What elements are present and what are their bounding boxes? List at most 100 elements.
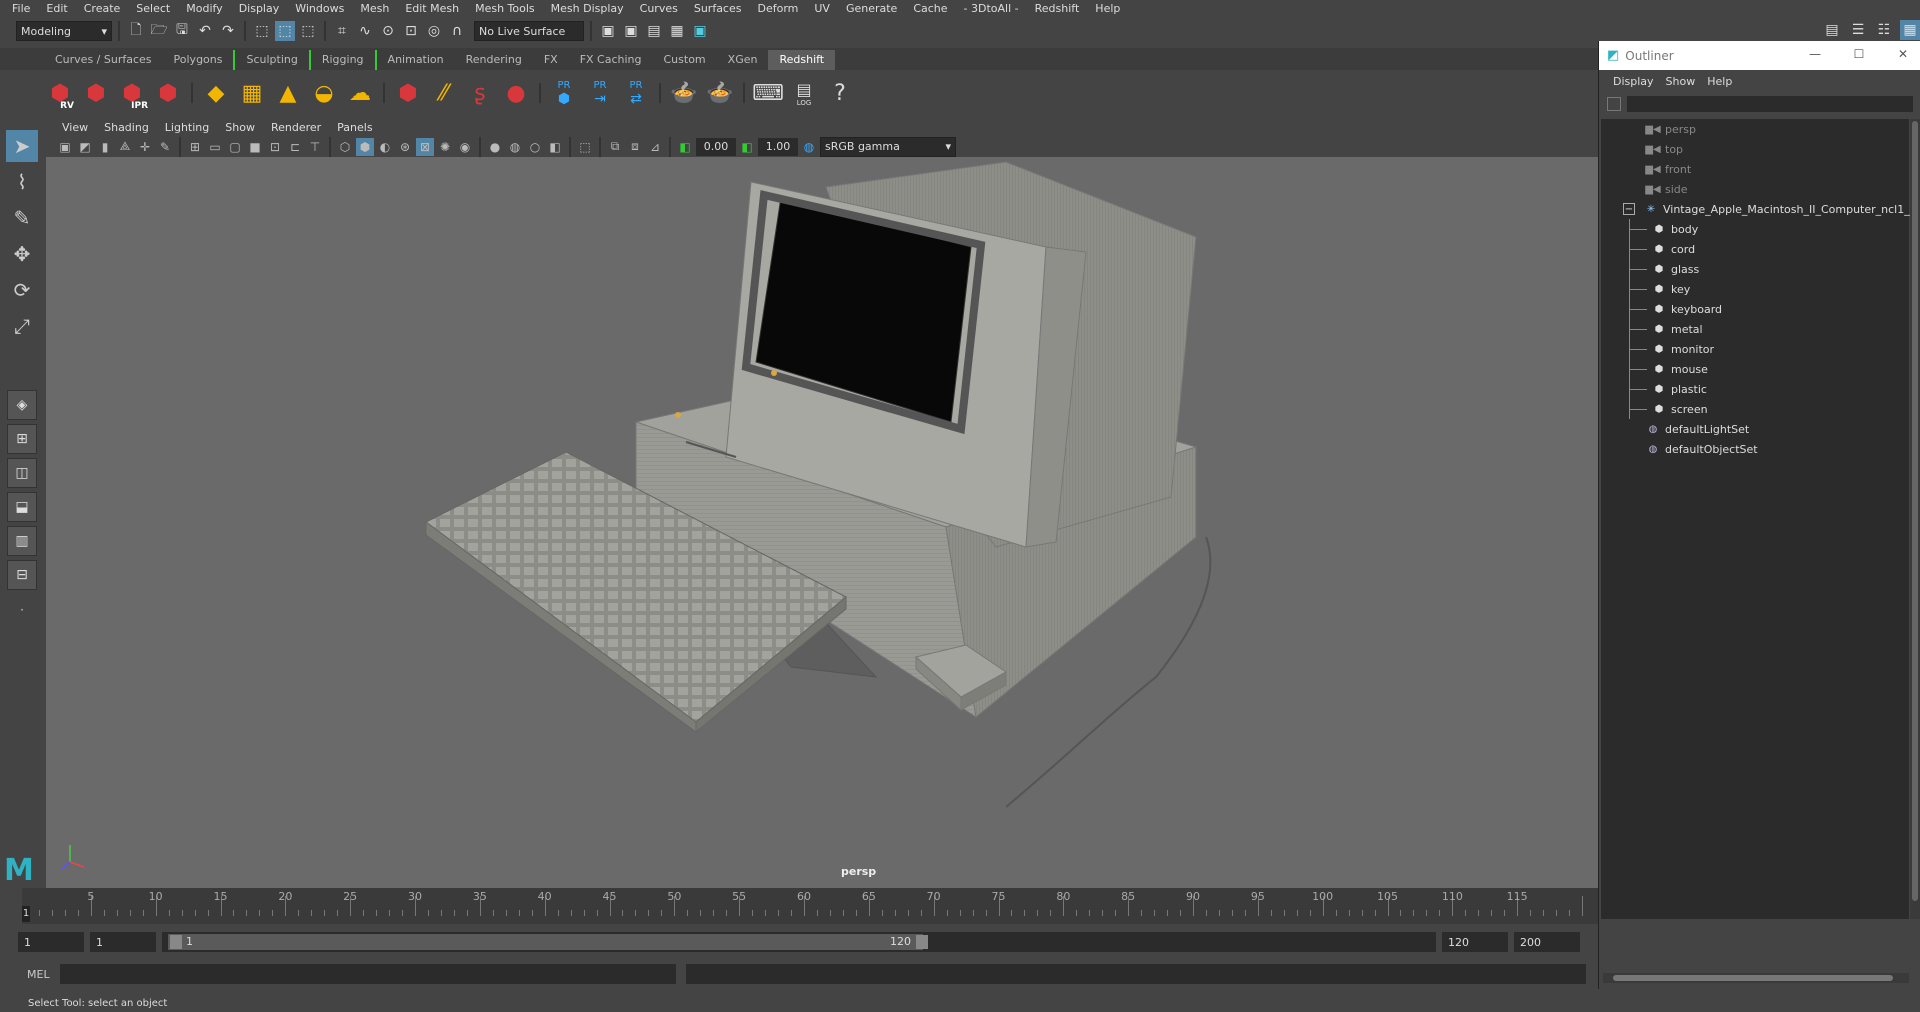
panel-menu-show[interactable]: Show <box>217 121 263 134</box>
range-end-handle[interactable] <box>916 935 928 949</box>
volume-icon[interactable]: ʂ <box>464 75 496 111</box>
menu-deform[interactable]: Deform <box>749 0 806 17</box>
render-view-icon[interactable]: ▣ <box>690 21 710 41</box>
persp-outliner-layout-icon[interactable]: ⊟ <box>7 560 37 590</box>
film-gate-icon[interactable]: ▭ <box>206 138 224 156</box>
tool-settings-icon[interactable]: ☷ <box>1874 20 1894 40</box>
scrollbar-thumb[interactable] <box>1912 121 1918 901</box>
xray-joints-icon[interactable]: ⧉ <box>606 138 624 156</box>
script-editor-icon[interactable]: ⌨ <box>752 75 784 111</box>
area-light-icon[interactable]: ◆ <box>200 75 232 111</box>
select-hierarchy-icon[interactable]: ⬚ <box>252 21 272 41</box>
live-surface-field[interactable]: No Live Surface <box>474 21 584 41</box>
tab-fx[interactable]: FX <box>533 50 569 70</box>
menu-edit-mesh[interactable]: Edit Mesh <box>397 0 467 17</box>
undo-icon[interactable]: ↶ <box>195 21 215 41</box>
outliner-search-input[interactable] <box>1627 96 1913 112</box>
list-item[interactable]: ⬢ screen <box>1629 399 1708 419</box>
panel-menu-panels[interactable]: Panels <box>329 121 380 134</box>
sun-sky-icon[interactable]: ☁ <box>344 75 376 111</box>
render-settings-icon[interactable]: ▤ <box>644 21 664 41</box>
outliner-vertical-scrollbar[interactable] <box>1910 119 1920 919</box>
tab-polygons[interactable]: Polygons <box>163 50 234 70</box>
menu-uv[interactable]: UV <box>806 0 838 17</box>
wireframe-icon[interactable]: ⬡ <box>336 138 354 156</box>
menu-windows[interactable]: Windows <box>287 0 352 17</box>
view-transform-dropdown[interactable]: sRGB gamma ▾ <box>820 136 956 157</box>
panel-menu-shading[interactable]: Shading <box>96 121 157 134</box>
list-item[interactable]: ▆◀ front <box>1645 159 1691 179</box>
list-item[interactable]: ⬢ cord <box>1629 239 1695 259</box>
menu-select[interactable]: Select <box>128 0 178 17</box>
menu-cache[interactable]: Cache <box>905 0 955 17</box>
list-item[interactable]: ⬢ keyboard <box>1629 299 1722 319</box>
maximize-icon[interactable]: ☐ <box>1849 47 1869 63</box>
list-item[interactable]: ⬢ mouse <box>1629 359 1708 379</box>
tab-custom[interactable]: Custom <box>653 50 717 70</box>
playback-start-field[interactable]: 1 <box>90 932 156 952</box>
redo-icon[interactable]: ↷ <box>218 21 238 41</box>
range-slider-fill[interactable] <box>168 934 923 950</box>
move-tool-icon[interactable]: ✥ <box>6 238 38 270</box>
playback-end-field[interactable]: 120 <box>1442 932 1508 952</box>
isolate-select-icon[interactable]: ◧ <box>546 138 564 156</box>
minimize-icon[interactable]: — <box>1805 47 1825 63</box>
list-item[interactable]: ⬢ body <box>1629 219 1698 239</box>
menu-create[interactable]: Create <box>76 0 129 17</box>
xray-active-icon[interactable]: ⧈ <box>626 138 644 156</box>
menu-surfaces[interactable]: Surfaces <box>686 0 750 17</box>
tab-animation[interactable]: Animation <box>377 50 455 70</box>
time-ruler[interactable]: 5 10 15 20 25 30 35 40 45 50 55 60 65 70 75 80 85 90 95 100… <box>22 888 1598 924</box>
grid-icon[interactable]: ⊞ <box>186 138 204 156</box>
select-tool-icon[interactable]: ➤ <box>6 130 38 162</box>
bookmark-icon[interactable]: ▮ <box>96 138 114 156</box>
shadows-icon[interactable]: ✺ <box>436 138 454 156</box>
resolution-gate-icon[interactable]: ▢ <box>226 138 244 156</box>
menu-set-dropdown[interactable]: Modeling ▾ <box>16 21 112 41</box>
log-icon[interactable]: ▤ LOG <box>788 75 820 111</box>
safe-action-icon[interactable]: ⊏ <box>286 138 304 156</box>
use-all-lights-icon[interactable]: ⊠ <box>416 137 434 156</box>
sphere-material-icon[interactable]: ● <box>500 75 532 111</box>
tab-rendering[interactable]: Rendering <box>455 50 533 70</box>
menu-mesh-display[interactable]: Mesh Display <box>543 0 632 17</box>
multisample-aa-icon[interactable]: ◍ <box>506 138 524 156</box>
list-item-group[interactable]: − ✳ Vintage_Apple_Macintosh_II_Computer_… <box>1623 199 1917 219</box>
menu-redshift[interactable]: Redshift <box>1027 0 1088 17</box>
proxy-export-icon[interactable]: PR ⬢ <box>548 75 580 111</box>
bake-icon[interactable]: 🍲 <box>668 75 700 111</box>
menu-display[interactable]: Display <box>231 0 288 17</box>
collapse-toolbox-icon[interactable]: · <box>6 594 38 626</box>
wireframe-on-shaded-icon[interactable]: ◐ <box>376 138 394 156</box>
snap-point-icon[interactable]: ⊙ <box>378 21 398 41</box>
xray-icon[interactable]: ⬚ <box>576 138 594 156</box>
channel-box-icon[interactable]: ▦ <box>1900 20 1920 40</box>
redshift-render-icon[interactable]: ⬢ <box>80 75 112 111</box>
redshift-render-settings-icon[interactable]: ⬢ <box>152 75 184 111</box>
menu-mesh-tools[interactable]: Mesh Tools <box>467 0 543 17</box>
exposure-icon[interactable]: ◧ <box>676 138 694 156</box>
side-by-side-layout-icon[interactable]: ◫ <box>7 458 37 488</box>
list-item[interactable]: ▆◀ persp <box>1645 119 1696 139</box>
current-time-indicator[interactable]: 1 <box>22 906 30 922</box>
perspective-viewport[interactable]: persp <box>46 157 1598 888</box>
animation-start-field[interactable]: 1 <box>18 932 84 952</box>
list-item[interactable]: ◍ defaultObjectSet <box>1645 439 1758 459</box>
outliner-menu-show[interactable]: Show <box>1660 75 1702 88</box>
lasso-tool-icon[interactable]: ⌇ <box>6 166 38 198</box>
redshift-render-view-icon[interactable]: ⬢ RV <box>44 75 76 112</box>
scale-tool-icon[interactable]: ⤢ <box>6 310 38 342</box>
list-item[interactable]: ⬢ glass <box>1629 259 1699 279</box>
tab-redshift[interactable]: Redshift <box>768 50 836 70</box>
list-item[interactable]: ▆◀ side <box>1645 179 1687 199</box>
snap-grid-icon[interactable]: ⌗ <box>332 21 352 41</box>
script-language-label[interactable]: MEL <box>27 968 50 981</box>
range-start-handle[interactable] <box>170 935 182 949</box>
panel-menu-view[interactable]: View <box>54 121 96 134</box>
spot-light-icon[interactable]: ▲ <box>272 75 304 111</box>
modeling-toolkit-icon[interactable]: ▤ <box>1822 20 1842 40</box>
textured-icon[interactable]: ⊛ <box>396 138 414 156</box>
redshift-ipr-icon[interactable]: ⬢ IPR <box>116 75 148 112</box>
tab-curves-surfaces[interactable]: Curves / Surfaces <box>44 50 163 70</box>
list-item[interactable]: ⬢ key <box>1629 279 1690 299</box>
